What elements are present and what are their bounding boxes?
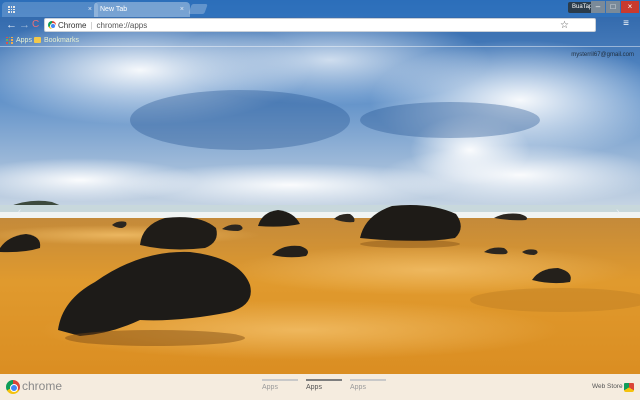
address-bar[interactable]: Chrome | chrome://apps ☆: [44, 18, 596, 32]
apps-grid-icon: [8, 6, 15, 13]
bookmark-folder[interactable]: Bookmarks: [34, 35, 79, 45]
new-tab-button[interactable]: [188, 4, 208, 14]
menu-icon[interactable]: ≡: [620, 19, 632, 29]
close-tab-icon[interactable]: ×: [88, 6, 92, 13]
folder-icon: [34, 37, 41, 43]
forward-icon[interactable]: →: [19, 19, 30, 31]
page-switcher-item[interactable]: Apps: [262, 379, 298, 391]
page-switcher: Apps Apps Apps: [262, 379, 386, 397]
tab-label: New Tab: [100, 6, 128, 13]
page-switcher-item-selected[interactable]: Apps: [306, 379, 342, 391]
next-page-icon[interactable]: ›: [616, 206, 619, 217]
page-switcher-label: Apps: [306, 384, 322, 391]
page-switcher-item[interactable]: Apps: [350, 379, 386, 391]
omnibox-chip-label: Chrome: [58, 20, 87, 30]
back-icon[interactable]: ←: [6, 19, 17, 31]
apps-grid-icon: [6, 36, 13, 44]
bookmark-label: Bookmarks: [44, 36, 80, 44]
user-email[interactable]: mysterril67@gmail.com: [571, 52, 634, 58]
chrome-page-icon: [48, 21, 56, 29]
omnibox-url[interactable]: chrome://apps: [97, 21, 148, 30]
bookmarks-bar: Apps Bookmarks: [0, 33, 640, 46]
page-indicator-bar: [350, 379, 386, 381]
maximize-button[interactable]: □: [606, 1, 620, 13]
chrome-logo-icon: [6, 380, 20, 394]
tab-strip: × New Tab × BuaTap – □ ×: [0, 0, 640, 17]
tab-new-tab[interactable]: New Tab ×: [94, 2, 190, 17]
minimize-button[interactable]: –: [591, 1, 605, 13]
bookmark-label: Apps: [16, 36, 32, 44]
bookmark-star-icon[interactable]: ☆: [560, 20, 569, 31]
page-switcher-label: Apps: [262, 384, 278, 391]
web-store-link[interactable]: Web Store: [592, 383, 623, 390]
close-window-button[interactable]: ×: [621, 1, 639, 13]
toolbar: ← → C Chrome | chrome://apps ☆ ≡: [0, 17, 640, 33]
reload-icon[interactable]: C: [32, 19, 39, 31]
page-indicator-bar: [306, 379, 342, 381]
chrome-wordmark: chrome: [22, 379, 63, 393]
page-divider: [0, 46, 640, 47]
ntp-bottom-bar: chrome Apps Apps Apps Web Store: [0, 374, 640, 400]
web-store-icon[interactable]: [624, 383, 634, 392]
tab-apps[interactable]: ×: [2, 2, 98, 17]
page-indicator-bar: [262, 379, 298, 381]
theme-background-image: [0, 0, 640, 400]
omnibox-separator: |: [90, 20, 93, 30]
bookmark-apps[interactable]: Apps: [6, 35, 32, 45]
close-tab-icon[interactable]: ×: [180, 6, 184, 13]
previous-page-icon[interactable]: ‹: [18, 206, 21, 217]
page-switcher-label: Apps: [350, 384, 366, 391]
